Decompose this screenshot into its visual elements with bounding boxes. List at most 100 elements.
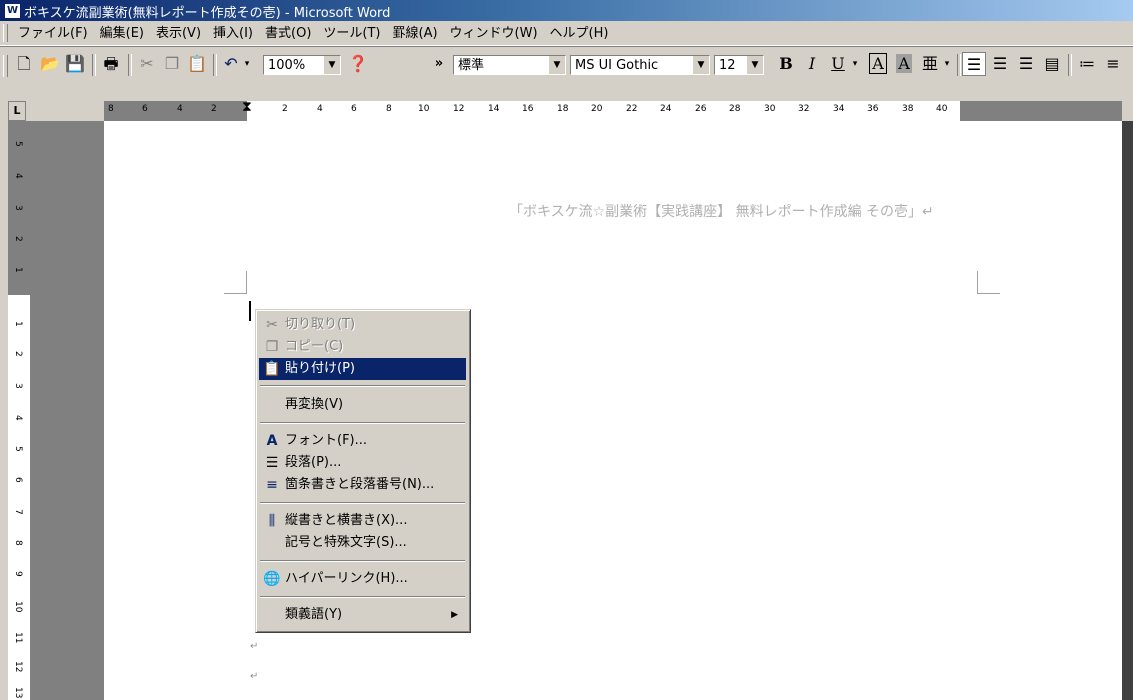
zoom-combo[interactable]: 100% ▼ [263,55,341,75]
menu-item-text-direction[interactable]: ⫼ 縦書きと横書き(X)... [259,510,466,532]
ruler-tick: 8 [13,540,23,546]
ruler-tick: 6 [13,477,23,483]
margin-corner-mark [224,271,247,294]
menu-item-copy[interactable]: ❐ コピー(C) [259,336,466,358]
title-bar[interactable]: W ボキスケ流副業術(無料レポート作成その壱) - Microsoft Word [0,0,1133,21]
window-title: ボキスケ流副業術(無料レポート作成その壱) - Microsoft Word [24,6,391,21]
ruler-tick: 38 [902,104,914,114]
menu-view[interactable]: 表示(V) [150,25,207,42]
ruler-tick: 28 [729,104,741,114]
italic-button[interactable]: I [800,52,824,76]
ruler-tick: 30 [764,104,776,114]
bold-button[interactable]: B [774,52,798,76]
char-shade-button[interactable]: A [892,52,916,76]
menu-item-label: 記号と特殊文字(S)... [285,535,407,550]
menu-separator [260,422,465,424]
toolbar-separator [1068,54,1072,76]
ruler-tick: 5 [13,141,23,147]
chevron-down-icon[interactable]: ▼ [548,56,565,74]
menu-window[interactable]: ウィンドウ(W) [444,25,544,42]
undo-dropdown-icon[interactable]: ▾ [240,52,254,76]
menu-item-thesaurus[interactable]: 類義語(Y) ▶ [259,604,466,626]
ruler-tick: 6 [351,104,357,114]
font-size-combo[interactable]: 12 ▼ [714,55,764,75]
numbering-icon[interactable]: ≔ [1075,52,1099,76]
ruler-tick: 5 [13,446,23,452]
underline-button[interactable]: U [826,52,850,76]
ruler-tick: 2 [211,104,217,114]
menu-item-bullets-numbering[interactable]: ≡ 箇条書きと段落番号(N)... [259,474,466,496]
menubar-grip[interactable] [3,24,8,42]
toolbar: 🗋 📂 💾 🖶 ✂ ❐ 📋 ↶ ▾ 100% ▼ ❓ » 標準 ▼ MS UI … [0,46,1133,97]
align-left-icon[interactable]: ☰ [962,52,986,76]
new-document-icon[interactable]: 🗋 [12,52,36,76]
menu-edit[interactable]: 編集(E) [94,25,150,42]
paragraph-icon: ☰ [265,455,279,471]
toolbar-overflow-icon[interactable]: » [427,52,451,76]
window-right-edge [1122,121,1133,700]
ruler-tick: 12 [453,104,465,114]
menu-format[interactable]: 書式(O) [259,25,317,42]
cut-icon[interactable]: ✂ [135,52,159,76]
menu-item-label: 切り取り(T) [285,317,356,332]
justify-icon[interactable]: ▤ [1040,52,1064,76]
align-right-icon[interactable]: ☰ [1014,52,1038,76]
ruler-tick: 4 [13,173,23,179]
menu-item-label: 箇条書きと段落番号(N)... [285,477,435,492]
toolbar-grip[interactable] [3,55,8,77]
save-icon[interactable]: 💾 [63,52,87,76]
menu-table[interactable]: 罫線(A) [387,25,444,42]
phonetic-dropdown-icon[interactable]: ▾ [940,52,954,76]
menu-separator [260,560,465,562]
ruler-tick: 4 [317,104,323,114]
copy-icon[interactable]: ❐ [160,52,184,76]
phonetic-guide-icon[interactable]: 亜 [918,52,942,76]
ruler-tick: 24 [660,104,672,114]
indent-marker-icon[interactable]: ⧗ [242,99,252,115]
toolbar-separator [957,54,961,76]
menu-file[interactable]: ファイル(F) [12,25,94,42]
left-margin-area [104,101,247,121]
tab-selector[interactable]: L [8,101,26,121]
ruler-tick: 2 [282,104,288,114]
chevron-down-icon[interactable]: ▼ [746,56,763,74]
chevron-down-icon[interactable]: ▼ [323,56,340,74]
style-combo[interactable]: 標準 ▼ [453,55,566,75]
bullets-icon[interactable]: ≡ [1101,52,1125,76]
menu-item-paste[interactable]: 📋 貼り付け(P) [259,358,466,380]
copy-icon: ❐ [265,339,279,355]
menu-item-hyperlink[interactable]: 🌐 ハイパーリンク(H)... [259,568,466,590]
paste-icon[interactable]: 📋 [185,52,209,76]
menu-item-cut[interactable]: ✂ 切り取り(T) [259,314,466,336]
menu-item-label: 類義語(Y) [285,607,343,622]
help-icon[interactable]: ❓ [346,52,370,76]
horizontal-ruler[interactable]: 8 6 4 2 ⧗ 2 4 6 8 10 12 14 16 18 20 22 2… [104,99,1122,121]
font-combo[interactable]: MS UI Gothic ▼ [570,55,710,75]
menu-item-paragraph[interactable]: ☰ 段落(P)... [259,452,466,474]
char-border-button[interactable]: A [866,52,890,76]
open-folder-icon[interactable]: 📂 [38,52,62,76]
underline-dropdown-icon[interactable]: ▾ [848,52,862,76]
ruler-tick: 20 [591,104,603,114]
word-app-icon[interactable]: W [4,3,21,19]
vertical-ruler[interactable]: 5 4 3 2 1 1 2 3 4 5 6 7 8 9 10 11 12 13 [8,121,30,700]
ruler-tick: 36 [867,104,879,114]
menu-insert[interactable]: 挿入(I) [207,25,259,42]
menu-help[interactable]: ヘルプ(H) [544,25,615,42]
menu-item-reconvert[interactable]: 再変換(V) [259,394,466,416]
ruler-tick: 1 [13,321,23,327]
menu-separator [260,385,465,387]
ruler-tick: 2 [13,351,23,357]
print-icon[interactable]: 🖶 [99,52,123,76]
menu-item-font[interactable]: A フォント(F)... [259,430,466,452]
ruler-tick: 34 [833,104,845,114]
align-center-icon[interactable]: ☰ [988,52,1012,76]
menu-item-label: ハイパーリンク(H)... [285,571,408,586]
menu-separator [260,596,465,598]
ruler-tick: 10 [13,601,23,613]
zoom-value: 100% [268,58,306,73]
chevron-down-icon[interactable]: ▼ [692,56,709,74]
menu-tools[interactable]: ツール(T) [317,25,386,42]
ruler-tick: 14 [488,104,500,114]
menu-item-symbols[interactable]: 記号と特殊文字(S)... [259,532,466,554]
